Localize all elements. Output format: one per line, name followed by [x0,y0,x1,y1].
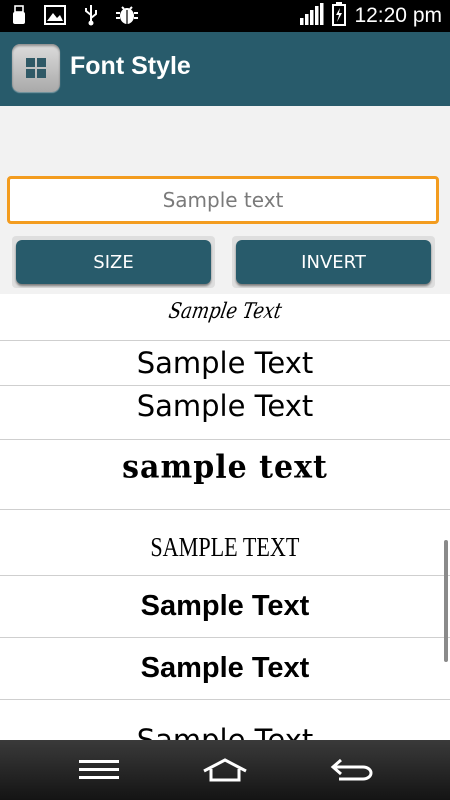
battery-charging-icon [332,2,347,30]
invert-button-frame: INVERT [232,236,435,288]
system-status: 12:20 pm [300,0,442,32]
font-list[interactable]: Sample Text Sample Text Sample Text samp… [0,294,450,740]
image-icon [44,4,66,26]
font-sample: sample text [122,449,328,486]
font-sample: SAMPLE TEXT [150,532,300,562]
menu-icon[interactable] [69,750,129,790]
usb-icon [8,4,30,26]
scrollbar[interactable] [444,540,448,662]
controls-panel: SIZE INVERT [0,106,450,294]
sample-text-input[interactable] [7,176,439,224]
font-sample: Sample Text [136,346,314,380]
page-title: Font Style [70,52,191,80]
grid-app-icon[interactable] [12,44,60,92]
font-item-sans-3[interactable]: Sample Text [0,700,450,741]
font-item-script[interactable]: Sample Text [0,294,450,341]
font-sample: Sample Text [140,652,310,684]
home-icon[interactable] [195,750,255,790]
back-icon[interactable] [322,750,382,790]
font-sample: Sample Text [136,722,314,741]
font-item-sans-1[interactable]: Sample Text [0,341,450,386]
font-item-grunge[interactable]: sample text [0,440,450,510]
action-bar: Font Style [0,32,450,106]
font-item-western[interactable]: SAMPLE TEXT [0,510,450,576]
font-item-bold-1[interactable]: Sample Text [0,576,450,638]
size-button-frame: SIZE [12,236,215,288]
font-sample: Sample Text [140,590,310,622]
signal-icon [300,3,324,29]
font-sample: Sample Text [136,388,314,423]
font-sample: Sample Text [166,298,284,324]
clock: 12:20 pm [354,4,442,27]
size-button[interactable]: SIZE [16,240,211,284]
font-item-sans-2[interactable]: Sample Text [0,386,450,440]
notification-icons [8,4,138,26]
font-item-bold-2[interactable]: Sample Text [0,638,450,700]
invert-button[interactable]: INVERT [236,240,431,284]
navigation-bar [0,740,450,800]
status-bar: 12:20 pm [0,0,450,32]
android-debug-icon [116,4,138,26]
usb-debug-icon [80,4,102,26]
